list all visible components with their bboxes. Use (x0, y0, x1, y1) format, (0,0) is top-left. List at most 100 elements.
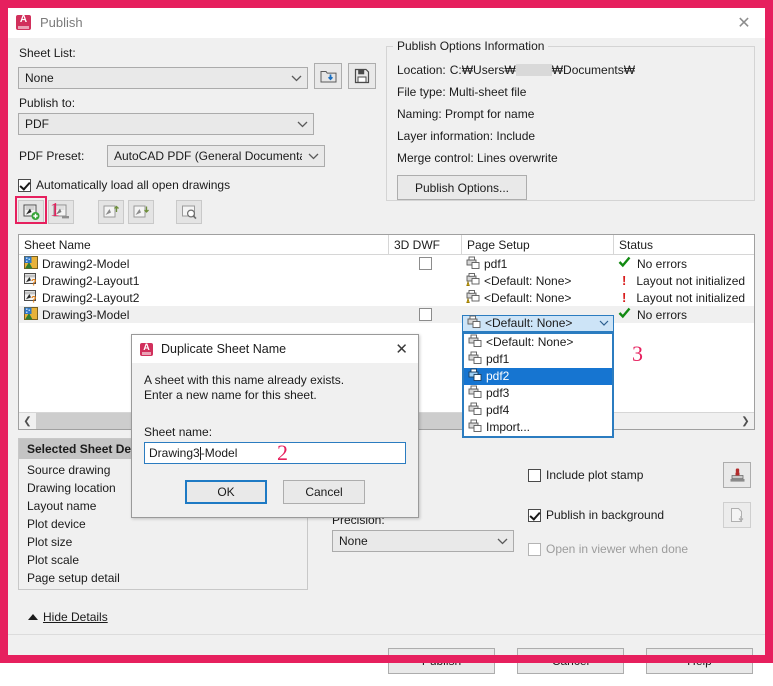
page-setup-icon (468, 402, 482, 418)
move-sheet-up-button[interactable] (98, 200, 124, 224)
dwf-checkbox[interactable] (419, 257, 432, 270)
row-sheet-name-cell: ? Drawing2-Layout1 (19, 272, 389, 289)
row-status-cell: ! Layout not initialized (614, 273, 754, 288)
page-setup-warning-icon (466, 272, 480, 289)
row-status-text: No errors (637, 307, 688, 322)
open-in-viewer-checkbox: Open in viewer when done (528, 542, 755, 556)
include-plot-stamp-label: Include plot stamp (546, 468, 644, 482)
column-3d-dwf[interactable]: 3D DWF (389, 235, 462, 254)
help-button[interactable]: Help (646, 647, 753, 674)
column-status[interactable]: Status (614, 235, 754, 254)
include-plot-stamp-checkbox[interactable]: Include plot stamp (528, 468, 643, 482)
background-publish-button[interactable] (723, 502, 751, 528)
row-sheet-name: Drawing3-Model (42, 307, 130, 322)
publish-options-button[interactable]: Publish Options... (397, 175, 527, 200)
page-setup-icon (468, 419, 482, 435)
row-page-setup-cell[interactable]: <Default: None> (462, 272, 614, 289)
page-setup-dropdown-combo[interactable]: <Default: None> (462, 314, 614, 332)
auto-load-drawings-checkbox[interactable]: Automatically load all open drawings (18, 178, 376, 192)
sheet-toolbar: 1 (15, 196, 376, 226)
publish-in-background-row: Publish in background (528, 502, 755, 528)
pdf-preset-label: PDF Preset: (19, 149, 85, 163)
dropdown-option-highlighted[interactable]: pdf2 (464, 367, 612, 385)
dropdown-option-label: pdf1 (486, 352, 510, 366)
modal-message-line-2: Enter a new name for this sheet. (144, 388, 317, 402)
table-header: Sheet Name 3D DWF Page Setup Status (19, 235, 754, 255)
move-sheet-down-button[interactable] (128, 200, 154, 224)
modal-close-icon[interactable]: ✕ (395, 340, 408, 358)
row-page-setup-value: pdf1 (484, 256, 508, 271)
chevron-down-icon (595, 320, 613, 326)
location-label: Location: (397, 63, 446, 77)
warning-icon: ! (622, 290, 627, 305)
publish-button[interactable]: Publish (388, 647, 495, 674)
annotation-marker-3: 3 (632, 341, 643, 366)
row-3d-dwf-cell (389, 257, 462, 270)
plot-stamp-settings-button[interactable] (723, 462, 751, 488)
annotation-marker-1: 1 (50, 199, 60, 221)
dropdown-option-label: pdf4 (486, 403, 510, 417)
pdf-preset-row: PDF Preset: AutoCAD PDF (General Documen… (18, 145, 376, 167)
dropdown-option[interactable]: pdf3 (464, 385, 612, 402)
sheet-name-input[interactable]: Drawing3 -Model 2 (144, 442, 406, 464)
hide-details-button[interactable]: Hide Details (28, 610, 108, 624)
column-page-setup[interactable]: Page Setup (462, 235, 614, 254)
precision-combo[interactable]: None (332, 530, 514, 552)
row-sheet-name: Drawing2-Layout1 (42, 273, 140, 288)
pdf-preset-combo[interactable]: AutoCAD PDF (General Documentation) (107, 145, 325, 167)
sheet-name-value-after-caret: -Model (200, 446, 238, 460)
layout-sheet-icon: ? (24, 272, 38, 289)
dropdown-option-label: pdf2 (486, 369, 510, 383)
table-row[interactable]: Drawing2-Model pdf1 No errors (19, 255, 754, 272)
svg-text:?: ? (31, 277, 37, 285)
duplicate-sheet-name-dialog: Duplicate Sheet Name ✕ A sheet with this… (131, 334, 419, 518)
page-setup-icon (467, 315, 481, 331)
layout-sheet-icon: ? (24, 289, 38, 306)
column-sheet-name[interactable]: Sheet Name (19, 235, 389, 254)
auto-load-drawings-label: Automatically load all open drawings (36, 178, 231, 192)
merge-control-line: Merge control: Lines overwrite (397, 151, 558, 165)
publish-to-value: PDF (25, 117, 49, 131)
dropdown-option[interactable]: pdf4 (464, 402, 612, 419)
cancel-button[interactable]: Cancel (517, 647, 624, 674)
annotation-marker-2: 2 (277, 440, 288, 465)
close-icon[interactable]: ✕ (723, 8, 765, 38)
save-sheet-list-button[interactable] (348, 63, 376, 89)
dropdown-option[interactable]: pdf1 (464, 351, 612, 368)
load-sheet-list-button[interactable] (314, 63, 342, 89)
page-setup-icon (466, 256, 480, 272)
dwf-checkbox[interactable] (419, 308, 432, 321)
hide-details-area: Hide Details (18, 590, 755, 634)
modal-body: A sheet with this name already exists. E… (132, 363, 418, 517)
add-sheets-button[interactable] (18, 200, 44, 224)
modal-ok-button[interactable]: OK (185, 480, 267, 504)
triangle-up-icon (28, 614, 38, 620)
page-setup-icon (468, 334, 482, 350)
chevron-down-icon (291, 121, 313, 128)
table-row[interactable]: ? Drawing2-Layout1 <Default: None> ! Lay… (19, 272, 754, 289)
model-sheet-icon (24, 255, 38, 272)
file-type-line: File type: Multi-sheet file (397, 85, 527, 99)
modal-cancel-button[interactable]: Cancel (283, 480, 365, 504)
hide-details-label: Hide Details (43, 610, 108, 624)
row-status-cell: No errors (614, 307, 754, 322)
row-page-setup-cell[interactable]: <Default: None> (462, 289, 614, 306)
sheet-list-combo[interactable]: None (18, 67, 308, 89)
row-page-setup-cell[interactable]: pdf1 (462, 256, 614, 272)
detail-item: Page setup detail (27, 571, 120, 585)
publish-in-background-checkbox[interactable]: Publish in background (528, 508, 664, 522)
sheet-list-value: None (25, 71, 54, 85)
dropdown-option-label: pdf3 (486, 386, 510, 400)
preview-button[interactable] (176, 200, 202, 224)
dropdown-option-import[interactable]: Import... (464, 419, 612, 436)
left-column: Sheet List: None Publish to: PDF PDF Pre… (15, 46, 376, 226)
location-suffix: ₩Documents₩ (551, 63, 636, 77)
table-row[interactable]: Drawing3-Model <Default: None> <Default:… (19, 306, 754, 438)
dropdown-option-label: Import... (486, 420, 531, 434)
row-status-text: No errors (637, 256, 688, 271)
scroll-left-icon[interactable]: ❮ (19, 413, 36, 429)
scroll-right-icon[interactable]: ❯ (737, 413, 754, 429)
table-row[interactable]: ? Drawing2-Layout2 <Default: None> ! Lay… (19, 289, 754, 306)
publish-to-combo[interactable]: PDF (18, 113, 314, 135)
dropdown-option[interactable]: <Default: None> (464, 334, 612, 351)
